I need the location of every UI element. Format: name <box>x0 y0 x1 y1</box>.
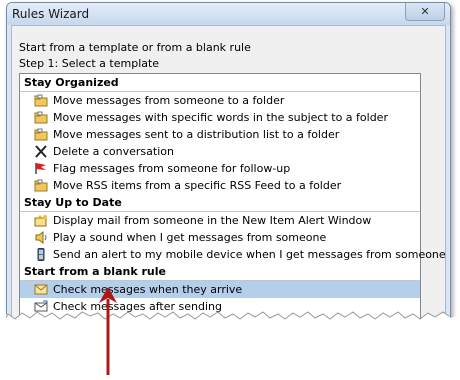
template-label: Move messages from someone to a folder <box>53 94 285 107</box>
template-label: Play a sound when I get messages from so… <box>53 231 327 244</box>
rules-wizard-window: Rules Wizard ✕ Start from a template or … <box>6 2 451 334</box>
group-header-blank-rule: Start from a blank rule <box>20 263 420 281</box>
template-check-on-arrive[interactable]: Check messages when they arrive <box>20 281 420 298</box>
wizard-panel: Start from a template or from a blank ru… <box>11 25 446 333</box>
group-header-stay-up-to-date: Stay Up to Date <box>20 194 420 212</box>
template-label: Move RSS items from a specific RSS Feed … <box>53 179 342 192</box>
mobile-phone-icon <box>37 248 45 261</box>
template-label: Flag messages from someone for follow-up <box>53 162 291 175</box>
folder-move-icon <box>34 111 48 124</box>
step-label: Step 1: Select a template <box>19 57 160 70</box>
template-move-specific-words[interactable]: Move messages with specific words in the… <box>20 109 420 126</box>
close-icon[interactable]: ✕ <box>420 5 429 18</box>
template-label: Move messages with specific words in the… <box>53 111 388 124</box>
template-label: Move messages sent to a distribution lis… <box>53 128 340 141</box>
template-label: Display mail from someone in the New Ite… <box>53 214 372 227</box>
template-move-from-someone[interactable]: Move messages from someone to a folder <box>20 92 420 109</box>
folder-move-icon <box>34 128 48 141</box>
red-flag-icon <box>35 163 46 174</box>
template-list[interactable]: Stay Organized Move messages from someon… <box>19 73 446 333</box>
annotation-arrow <box>99 287 117 375</box>
folder-move-icon <box>34 94 48 107</box>
window-title: Rules Wizard <box>12 7 90 21</box>
alert-window-icon <box>34 215 47 227</box>
template-play-sound[interactable]: Play a sound when I get messages from so… <box>20 229 420 246</box>
title-bar: Rules Wizard ✕ <box>7 3 450 25</box>
envelope-icon <box>34 284 48 295</box>
torn-edge <box>0 311 460 380</box>
template-label: Send an alert to my mobile device when I… <box>53 248 446 261</box>
template-move-rss[interactable]: Move RSS items from a specific RSS Feed … <box>20 177 420 194</box>
template-flag-followup[interactable]: Flag messages from someone for follow-up <box>20 160 420 177</box>
template-move-distribution-list[interactable]: Move messages sent to a distribution lis… <box>20 126 420 143</box>
template-label: Check messages when they arrive <box>53 283 243 296</box>
delete-x-icon <box>35 145 47 158</box>
intro-text: Start from a template or from a blank ru… <box>19 41 251 54</box>
speaker-icon <box>35 231 47 244</box>
template-label: Delete a conversation <box>53 145 174 158</box>
group-header-stay-organized: Stay Organized <box>20 74 420 92</box>
close-button[interactable]: ✕ <box>405 3 445 21</box>
folder-move-icon <box>34 179 48 192</box>
template-mobile-alert[interactable]: Send an alert to my mobile device when I… <box>20 246 446 263</box>
template-delete-conversation[interactable]: Delete a conversation <box>20 143 420 160</box>
template-new-item-alert[interactable]: Display mail from someone in the New Ite… <box>20 212 420 229</box>
